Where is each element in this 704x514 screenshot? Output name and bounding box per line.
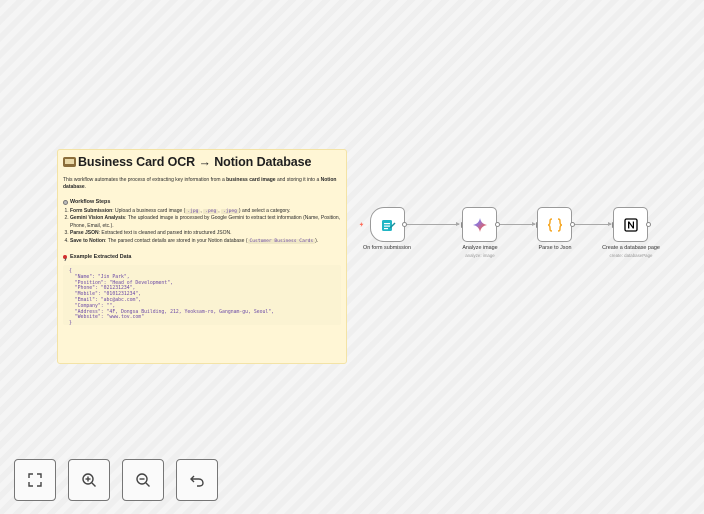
arrow-icon [456, 222, 460, 226]
list-item: Save to Notion: The parsed contact detai… [70, 238, 341, 245]
pushpin-icon [63, 254, 68, 260]
sticky-title: Business Card OCR → Notion Database [63, 155, 341, 169]
sticky-title-text: Business Card OCR → Notion Database [78, 155, 312, 169]
list-item: Form Submission: Upload a business card … [70, 208, 341, 215]
node-subtitle: analyze: image [465, 253, 495, 258]
step-text: : The parsed contact details are stored … [105, 237, 248, 244]
intro-text: This workflow automates the process of e… [63, 177, 227, 183]
sticky-intro: This workflow automates the process of e… [63, 177, 341, 191]
node-subtitle: create: databasePage [609, 253, 653, 258]
output-handle[interactable] [495, 222, 500, 227]
inline-code: .png [203, 209, 219, 214]
code-line: } [69, 321, 72, 327]
reset-zoom-icon [190, 475, 204, 487]
node-on-form-submission[interactable] [370, 207, 405, 242]
output-handle[interactable] [646, 222, 651, 227]
example-heading-text: Example Extracted Data [70, 254, 132, 261]
gear-icon [63, 199, 68, 205]
steps-heading-text: Workflow Steps [70, 199, 111, 205]
form-icon [381, 219, 395, 231]
node-analyze-image[interactable] [462, 207, 497, 242]
connection-line[interactable] [575, 224, 611, 225]
inline-code: Customer Business Cards [247, 238, 316, 244]
code-braces-icon [547, 217, 562, 232]
zoom-out-button[interactable] [122, 459, 164, 501]
step-text: ). [315, 237, 319, 244]
step-title: Parse JSON [70, 230, 99, 237]
inline-code: .jpg [185, 209, 201, 214]
notion-icon [623, 217, 638, 232]
zoom-out-icon [136, 473, 150, 487]
step-title: Form Submission [70, 208, 113, 214]
zoom-in-button[interactable] [68, 459, 110, 501]
sticky-note[interactable]: Business Card OCR → Notion Database This… [57, 149, 347, 364]
node-parse-to-json[interactable] [537, 207, 572, 242]
step-title: Save to Notion [70, 237, 106, 244]
connection-line[interactable] [500, 224, 535, 225]
card-index-icon [63, 157, 76, 167]
example-heading: Example Extracted Data [63, 254, 341, 260]
node-label: On form submission [363, 245, 411, 251]
gemini-icon [472, 217, 487, 232]
output-handle[interactable] [402, 222, 407, 227]
workflow-canvas[interactable]: Business Card OCR → Notion Database This… [0, 0, 704, 514]
intro-text: and storing it into a [275, 177, 321, 183]
fit-view-button[interactable] [14, 459, 56, 501]
steps-list: Form Submission: Upload a business card … [63, 208, 341, 245]
list-item: Gemini Vision Analysis: The uploaded ima… [70, 215, 341, 230]
step-text: : Upload a business card image ( [112, 208, 186, 214]
lightning-bolt-icon [359, 222, 364, 227]
step-text: ) and select a category. [238, 208, 291, 214]
step-title: Gemini Vision Analysis [70, 215, 126, 222]
intro-text: . [84, 184, 87, 190]
inline-code: .jpeg [221, 209, 239, 214]
node-create-database-page[interactable] [613, 207, 648, 242]
zoom-in-icon [82, 473, 96, 487]
reset-zoom-button[interactable] [176, 459, 218, 501]
code-block: { "Name": "Jin Park", "Position": "Head … [63, 265, 341, 327]
steps-heading: Workflow Steps [63, 199, 341, 205]
step-text: : Extracted text is cleaned and parsed i… [98, 230, 232, 237]
output-handle[interactable] [570, 222, 575, 227]
fit-view-icon [28, 473, 42, 487]
node-label: Create a database page [602, 245, 660, 251]
connection-line[interactable] [407, 224, 459, 225]
intro-bold: business card image [226, 177, 276, 183]
list-item: Parse JSON: Extracted text is cleaned an… [70, 230, 341, 237]
